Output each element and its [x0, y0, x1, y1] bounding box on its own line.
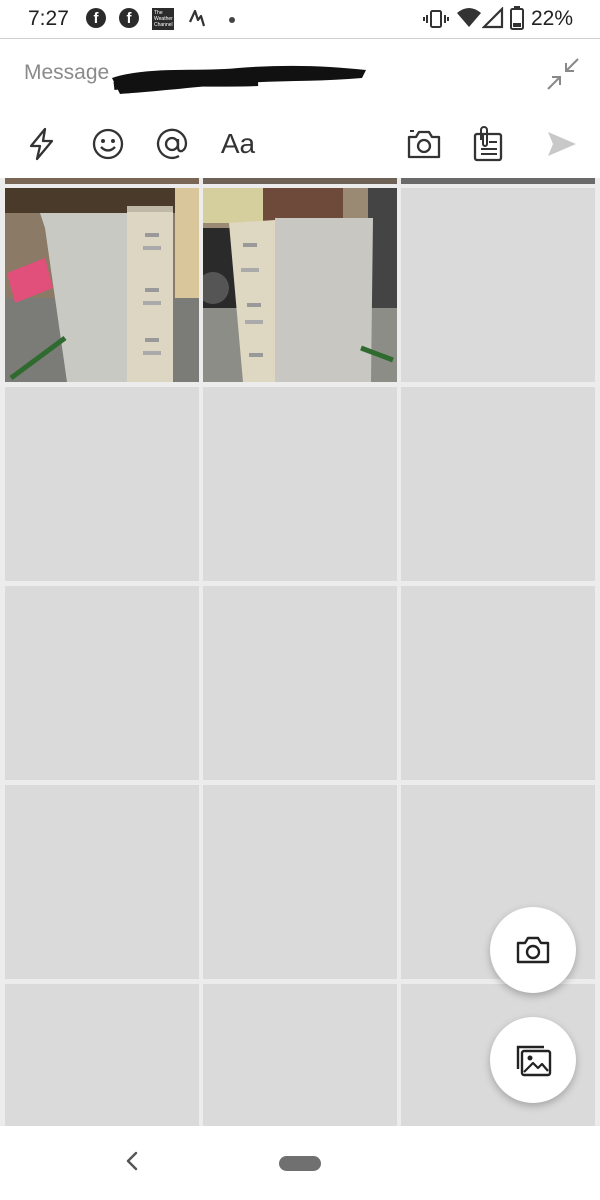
at-mention-icon: [156, 128, 188, 159]
battery-icon: [510, 6, 524, 30]
attachment-button[interactable]: [468, 124, 508, 164]
battery-percent: 22%: [531, 7, 574, 30]
photo-thumbnail[interactable]: [203, 188, 397, 382]
camera-icon: [407, 130, 441, 159]
camera-button[interactable]: [404, 124, 444, 164]
composer-toolbar: Aa: [0, 112, 600, 174]
gallery-fab[interactable]: [490, 1017, 576, 1103]
gallery-icon: [516, 1045, 552, 1077]
photo-placeholder[interactable]: [5, 785, 199, 979]
photo-placeholder[interactable]: [5, 984, 199, 1126]
emoji-icon: [92, 128, 124, 160]
send-button[interactable]: [542, 124, 582, 164]
message-input[interactable]: Message: [0, 39, 600, 109]
status-time: 7:27: [28, 7, 69, 30]
message-placeholder: Message: [24, 61, 110, 84]
wifi-icon: [457, 8, 481, 27]
attachment-icon: [473, 126, 503, 162]
shortcuts-button[interactable]: [22, 124, 62, 164]
photo-thumbnail[interactable]: [5, 188, 199, 382]
file-cabinet-photo-image: [5, 188, 199, 382]
back-icon[interactable]: [116, 1144, 150, 1178]
photo-placeholder[interactable]: [401, 188, 595, 382]
mention-button[interactable]: [152, 124, 192, 164]
photo-placeholder[interactable]: [5, 387, 199, 581]
weather-channel-icon: The Weather Channel: [152, 8, 174, 30]
take-photo-fab[interactable]: [490, 907, 576, 993]
photo-placeholder[interactable]: [203, 387, 397, 581]
status-bar: 7:27 f f The Weather Channel 22%: [0, 0, 600, 38]
camera-icon: [516, 936, 550, 964]
photo-thumbnail-partial[interactable]: [203, 178, 397, 184]
photo-placeholder[interactable]: [203, 586, 397, 780]
collapse-icon[interactable]: [546, 57, 580, 91]
vibrate-icon: [423, 10, 449, 28]
activity-icon: [188, 9, 206, 27]
text-format-button[interactable]: Aa: [216, 124, 260, 164]
lightning-icon: [29, 127, 54, 161]
photo-placeholder[interactable]: [5, 586, 199, 780]
system-nav-bar: [0, 1126, 600, 1200]
photo-placeholder[interactable]: [401, 586, 595, 780]
redaction-scribble: [112, 65, 366, 94]
emoji-button[interactable]: [88, 124, 128, 164]
cell-signal-icon: [482, 7, 504, 29]
notification-dot-icon: [229, 17, 235, 23]
facebook-icon: f: [119, 8, 139, 28]
send-icon: [548, 132, 576, 156]
photo-placeholder[interactable]: [401, 387, 595, 581]
home-pill[interactable]: [279, 1156, 321, 1171]
photo-thumbnail-partial[interactable]: [401, 178, 595, 184]
photo-thumbnail-partial[interactable]: [5, 178, 199, 184]
file-cabinet-photo-image: [203, 188, 397, 382]
photo-placeholder[interactable]: [203, 785, 397, 979]
photo-placeholder[interactable]: [203, 984, 397, 1126]
facebook-icon: f: [86, 8, 106, 28]
